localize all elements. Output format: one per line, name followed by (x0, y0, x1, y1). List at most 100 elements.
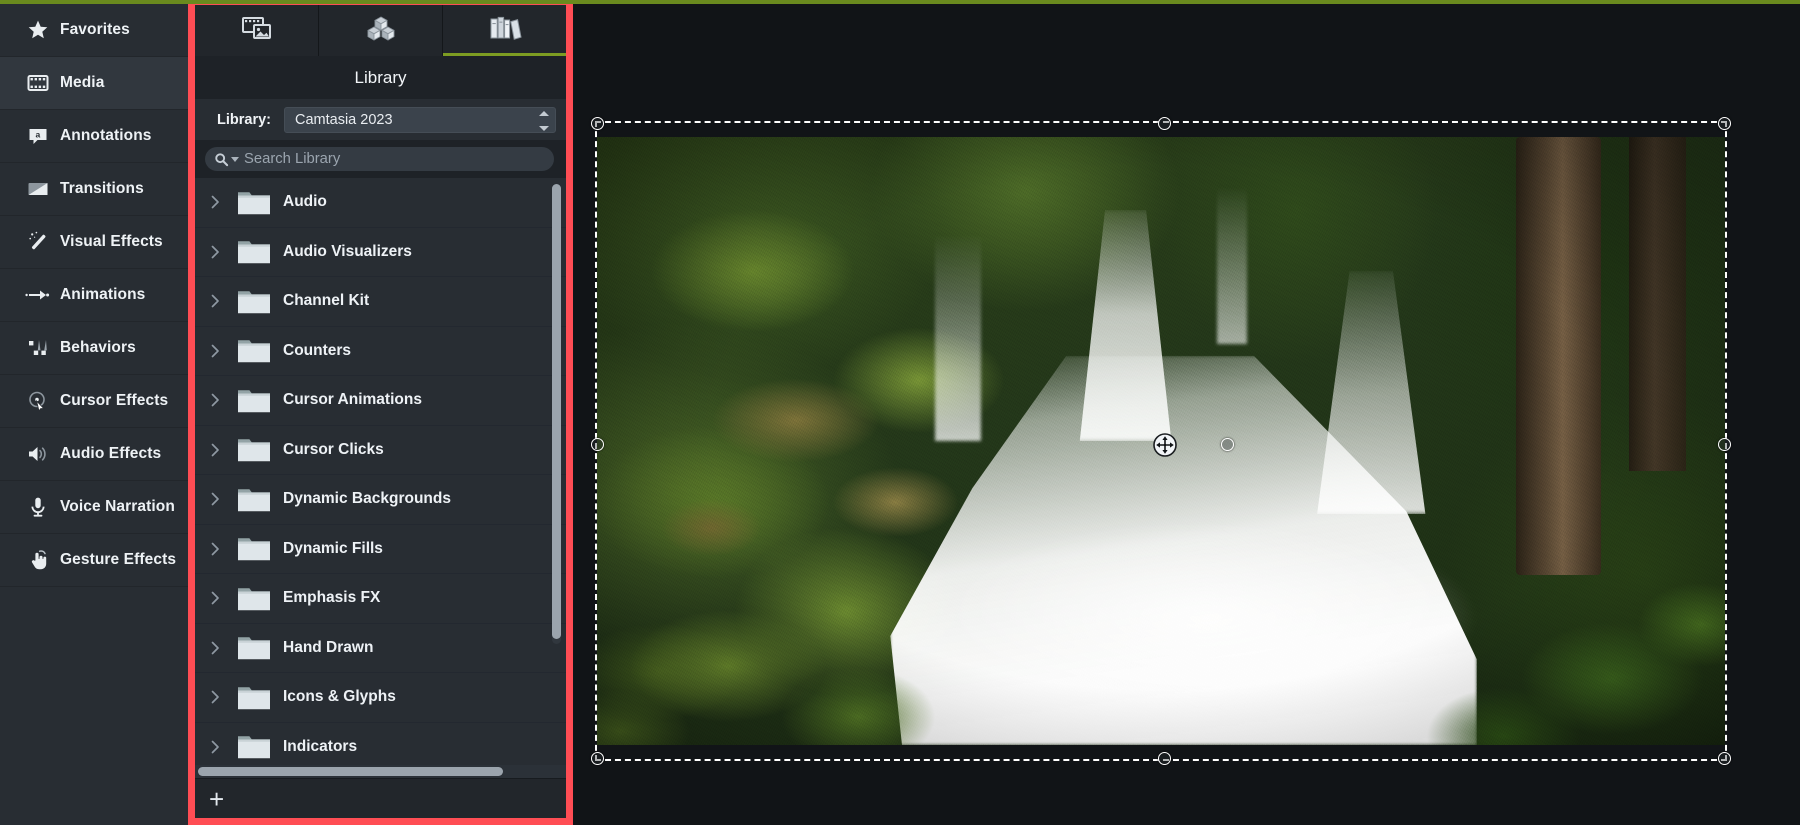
tab-assets[interactable] (319, 5, 443, 56)
add-library-item-button[interactable]: + (209, 786, 224, 812)
sidebar-item-label: Behaviors (60, 339, 136, 356)
chevron-right-icon[interactable] (211, 344, 237, 358)
library-horizontal-scroll-thumb[interactable] (198, 767, 503, 776)
library-folder-label: Dynamic Backgrounds (283, 490, 451, 508)
chevron-right-icon[interactable] (211, 294, 237, 308)
arrow-motion-icon (16, 283, 60, 307)
sidebar-item-label: Media (60, 74, 105, 91)
resize-handle-bottom-center[interactable] (1158, 752, 1171, 765)
search-input[interactable]: Search Library (205, 147, 554, 171)
caret-down-icon[interactable] (231, 156, 239, 162)
sidebar-item-voice-narration[interactable]: Voice Narration (0, 481, 188, 534)
transition-icon (16, 177, 60, 201)
sidebar-item-label: Favorites (60, 21, 130, 38)
library-folder-item[interactable]: Audio (195, 178, 566, 228)
chevron-right-icon[interactable] (211, 245, 237, 259)
chevron-right-icon[interactable] (211, 542, 237, 556)
search-icon (214, 152, 229, 167)
chevron-right-icon[interactable] (211, 591, 237, 605)
folder-icon (237, 733, 283, 760)
hand-pointer-icon (16, 548, 60, 572)
library-folder-label: Audio Visualizers (283, 242, 412, 260)
speech-bubble-a-icon: a (16, 124, 60, 148)
folder-icon (237, 436, 283, 463)
library-horizontal-scrollbar[interactable] (195, 765, 566, 778)
resize-handle-top-left[interactable] (591, 117, 604, 130)
resize-handle-middle-left[interactable] (591, 438, 604, 451)
sidebar-item-favorites[interactable]: Favorites (0, 4, 188, 57)
sidebar-item-annotations[interactable]: a Annotations (0, 110, 188, 163)
preview-canvas[interactable] (573, 0, 1800, 825)
sidebar-item-label: Voice Narration (60, 498, 175, 515)
search-placeholder: Search Library (244, 151, 341, 167)
sidebar-item-gesture-effects[interactable]: Gesture Effects (0, 534, 188, 587)
library-folder-item[interactable]: Cursor Animations (195, 376, 566, 426)
sidebar-item-animations[interactable]: Animations (0, 269, 188, 322)
sidebar-item-audio-effects[interactable]: Audio Effects (0, 428, 188, 481)
library-folder-item[interactable]: Counters (195, 327, 566, 376)
stepper-arrows-icon[interactable] (538, 110, 550, 131)
library-panel: Library Library: Camtasia 2023 Search Li… (195, 5, 566, 818)
library-folder-list[interactable]: Audio Audio Visualizers Channel Kit Counter… (195, 178, 566, 778)
chevron-right-icon[interactable] (211, 740, 237, 754)
library-folder-item[interactable]: Cursor Clicks (195, 426, 566, 475)
library-folder-label: Indicators (283, 737, 358, 755)
chevron-right-icon[interactable] (211, 195, 237, 209)
library-selector-row: Library: Camtasia 2023 (195, 99, 566, 140)
library-folder-label: Cursor Clicks (283, 440, 384, 458)
sidebar-item-transitions[interactable]: Transitions (0, 163, 188, 216)
library-folder-label: Hand Drawn (283, 638, 374, 656)
chevron-right-icon[interactable] (211, 641, 237, 655)
library-folder-label: Icons & Glyphs (283, 688, 396, 706)
film-photo-icon (241, 15, 273, 46)
library-folder-item[interactable]: Icons & Glyphs (195, 673, 566, 723)
speaker-icon (16, 442, 60, 466)
library-folder-item[interactable]: Audio Visualizers (195, 228, 566, 277)
library-selector-value: Camtasia 2023 (295, 111, 393, 128)
chevron-right-icon[interactable] (211, 492, 237, 506)
tool-sidebar: Favorites Media a Annotations Transition… (0, 0, 188, 825)
folder-icon (237, 387, 283, 414)
library-folder-label: Cursor Animations (283, 391, 422, 409)
sidebar-item-media[interactable]: Media (0, 57, 188, 110)
star-icon (16, 18, 60, 42)
library-folder-item[interactable]: Hand Drawn (195, 624, 566, 673)
rotation-handle[interactable] (1221, 438, 1234, 451)
library-folder-label: Dynamic Fills (283, 539, 383, 557)
sidebar-item-label: Annotations (60, 127, 152, 144)
sidebar-item-cursor-effects[interactable]: Cursor Effects (0, 375, 188, 428)
library-selector-label: Library: (217, 111, 271, 128)
resize-handle-top-right[interactable] (1718, 117, 1731, 130)
cubes-icon (366, 15, 396, 46)
chevron-right-icon[interactable] (211, 690, 237, 704)
chevron-right-icon[interactable] (211, 393, 237, 407)
camtasia-window: Favorites Media a Annotations Transition… (0, 0, 1800, 825)
svg-text:a: a (36, 129, 41, 139)
sidebar-item-visual-effects[interactable]: Visual Effects (0, 216, 188, 269)
sidebar-item-label: Transitions (60, 180, 144, 197)
selected-media-frame[interactable] (591, 117, 1731, 765)
tab-media-bin[interactable] (195, 5, 319, 56)
library-folder-label: Counters (283, 341, 352, 359)
window-top-accent (0, 0, 1800, 4)
folder-icon (237, 634, 283, 661)
search-row: Search Library (195, 140, 566, 178)
resize-handle-bottom-right[interactable] (1718, 752, 1731, 765)
microphone-icon (16, 495, 60, 519)
resize-handle-middle-right[interactable] (1718, 438, 1731, 451)
sidebar-item-label: Audio Effects (60, 445, 162, 462)
library-vertical-scrollbar[interactable] (552, 184, 561, 644)
library-vertical-scroll-thumb[interactable] (552, 184, 561, 639)
chevron-right-icon[interactable] (211, 443, 237, 457)
resize-handle-top-center[interactable] (1158, 117, 1171, 130)
library-folder-item[interactable]: Dynamic Fills (195, 525, 566, 574)
magic-wand-icon (16, 230, 60, 254)
library-folder-item[interactable]: Channel Kit (195, 277, 566, 327)
library-folder-item[interactable]: Dynamic Backgrounds (195, 475, 566, 525)
resize-handle-bottom-left[interactable] (591, 752, 604, 765)
tab-library[interactable] (443, 5, 566, 56)
film-strip-icon (16, 71, 60, 95)
sidebar-item-behaviors[interactable]: Behaviors (0, 322, 188, 375)
library-folder-item[interactable]: Emphasis FX (195, 574, 566, 624)
library-selector-dropdown[interactable]: Camtasia 2023 (284, 106, 556, 133)
